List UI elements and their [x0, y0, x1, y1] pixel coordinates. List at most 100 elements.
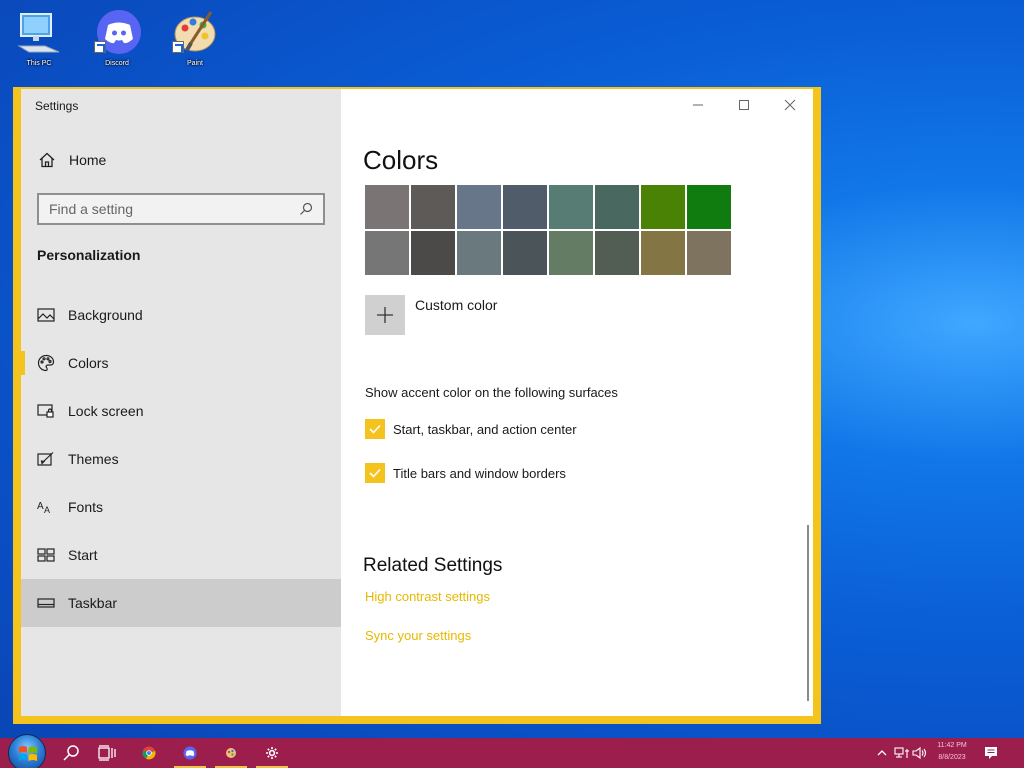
search-icon [63, 745, 79, 761]
sidebar-item-label: Background [68, 307, 143, 323]
color-swatch[interactable] [411, 185, 455, 229]
network-tray-button[interactable] [894, 738, 910, 768]
taskbar-clock[interactable]: 11:42 PM 8/8/2023 [930, 740, 974, 764]
color-swatch[interactable] [687, 231, 731, 275]
themes-icon [37, 450, 55, 468]
color-swatch[interactable] [411, 231, 455, 275]
maximize-button[interactable] [721, 89, 767, 121]
color-swatch[interactable] [503, 231, 547, 275]
sidebar-item-background[interactable]: Background [21, 291, 341, 339]
sidebar-item-start[interactable]: Start [21, 531, 341, 579]
minimize-icon [693, 104, 703, 106]
discord-taskbar-button[interactable] [171, 738, 209, 768]
volume-tray-button[interactable] [912, 738, 928, 768]
svg-text:A: A [37, 501, 44, 512]
paint-taskbar-button[interactable] [212, 738, 250, 768]
sidebar-item-themes[interactable]: Themes [21, 435, 341, 483]
taskbar: 11:42 PM 8/8/2023 [0, 734, 1024, 768]
color-swatch[interactable] [641, 231, 685, 275]
clock-time: 11:42 PM [937, 742, 967, 749]
clock-date: 8/8/2023 [938, 754, 966, 761]
close-button[interactable] [767, 89, 813, 121]
start-icon [37, 546, 55, 564]
maximize-icon [739, 100, 749, 110]
minimize-button[interactable] [675, 89, 721, 121]
chrome-taskbar-button[interactable] [130, 738, 168, 768]
shortcut-arrow-icon [172, 41, 184, 53]
plus-icon [365, 295, 405, 335]
desktop-icon-label: This PC [26, 60, 52, 67]
task-view-icon [98, 745, 116, 761]
checkmark-icon [369, 468, 381, 478]
desktop-icon-paint[interactable]: Paint [168, 8, 222, 67]
taskbar-icon [37, 594, 55, 612]
checkbox-start-taskbar[interactable]: Start, taskbar, and action center [365, 419, 577, 439]
scrollbar[interactable] [807, 525, 809, 701]
desktop-icon-this-pc[interactable]: This PC [12, 8, 66, 67]
shortcut-arrow-icon [94, 41, 106, 53]
desktop-icon-label: Discord [105, 60, 129, 67]
search-box[interactable] [37, 193, 325, 225]
home-label: Home [69, 152, 107, 168]
related-settings-heading: Related Settings [363, 555, 503, 576]
sidebar-item-label: Lock screen [68, 403, 144, 419]
color-swatch[interactable] [457, 185, 501, 229]
high-contrast-link[interactable]: High contrast settings [365, 589, 490, 604]
settings-window: Settings Home Personalization [13, 87, 821, 724]
sidebar-item-label: Start [68, 547, 98, 563]
paint-palette-icon [226, 748, 236, 758]
sidebar-item-label: Fonts [68, 499, 104, 515]
window-title: Settings [35, 99, 79, 113]
color-swatch[interactable] [595, 231, 639, 275]
color-swatch[interactable] [687, 185, 731, 229]
checkbox[interactable] [365, 463, 385, 483]
sidebar-item-label: Taskbar [68, 595, 118, 611]
color-swatch[interactable] [503, 185, 547, 229]
color-swatch[interactable] [457, 231, 501, 275]
color-swatch[interactable] [595, 185, 639, 229]
show-hidden-icons-button[interactable] [876, 738, 888, 768]
color-swatch[interactable] [549, 231, 593, 275]
sidebar-item-fonts[interactable]: A A Fonts [21, 483, 341, 531]
checkbox-title-bars[interactable]: Title bars and window borders [365, 463, 566, 483]
home-icon [38, 151, 56, 169]
desktop-icon-label: Paint [187, 60, 203, 67]
checkbox-label: Start, taskbar, and action center [393, 421, 577, 437]
paint-palette-icon [171, 8, 219, 56]
start-button[interactable] [8, 734, 46, 768]
color-swatch[interactable] [365, 231, 409, 275]
lock-screen-icon [37, 402, 55, 420]
settings-taskbar-button[interactable] [253, 738, 291, 768]
color-swatch-grid [365, 185, 731, 275]
checkbox-label: Title bars and window borders [393, 465, 566, 481]
color-swatch[interactable] [549, 185, 593, 229]
color-swatch[interactable] [641, 185, 685, 229]
sync-settings-link[interactable]: Sync your settings [365, 628, 471, 643]
search-icon[interactable] [299, 202, 313, 216]
speaker-icon [912, 746, 927, 760]
page-title: Colors [363, 145, 439, 175]
sidebar-item-lock-screen[interactable]: Lock screen [21, 387, 341, 435]
palette-icon [37, 354, 55, 372]
checkmark-icon [369, 424, 381, 434]
action-center-button[interactable] [984, 738, 998, 768]
notification-icon [985, 747, 997, 759]
picture-icon [37, 306, 55, 324]
svg-text:A: A [44, 505, 50, 515]
sidebar-item-taskbar[interactable]: Taskbar [21, 579, 341, 627]
task-view-button[interactable] [88, 738, 126, 768]
checkbox[interactable] [365, 419, 385, 439]
close-icon [784, 99, 796, 111]
sidebar-item-colors[interactable]: Colors [21, 339, 341, 387]
color-swatch[interactable] [365, 185, 409, 229]
discord-icon [93, 8, 141, 56]
search-input[interactable] [49, 201, 299, 217]
custom-color-button[interactable]: Custom color [365, 295, 497, 335]
desktop-icon-discord[interactable]: Discord [90, 8, 144, 67]
sidebar-item-label: Colors [68, 355, 109, 371]
network-icon [894, 747, 909, 758]
fonts-icon: A A [37, 498, 55, 516]
windows-logo-icon [19, 746, 37, 761]
sidebar-home[interactable]: Home [21, 145, 341, 175]
search-taskbar-button[interactable] [52, 738, 90, 768]
